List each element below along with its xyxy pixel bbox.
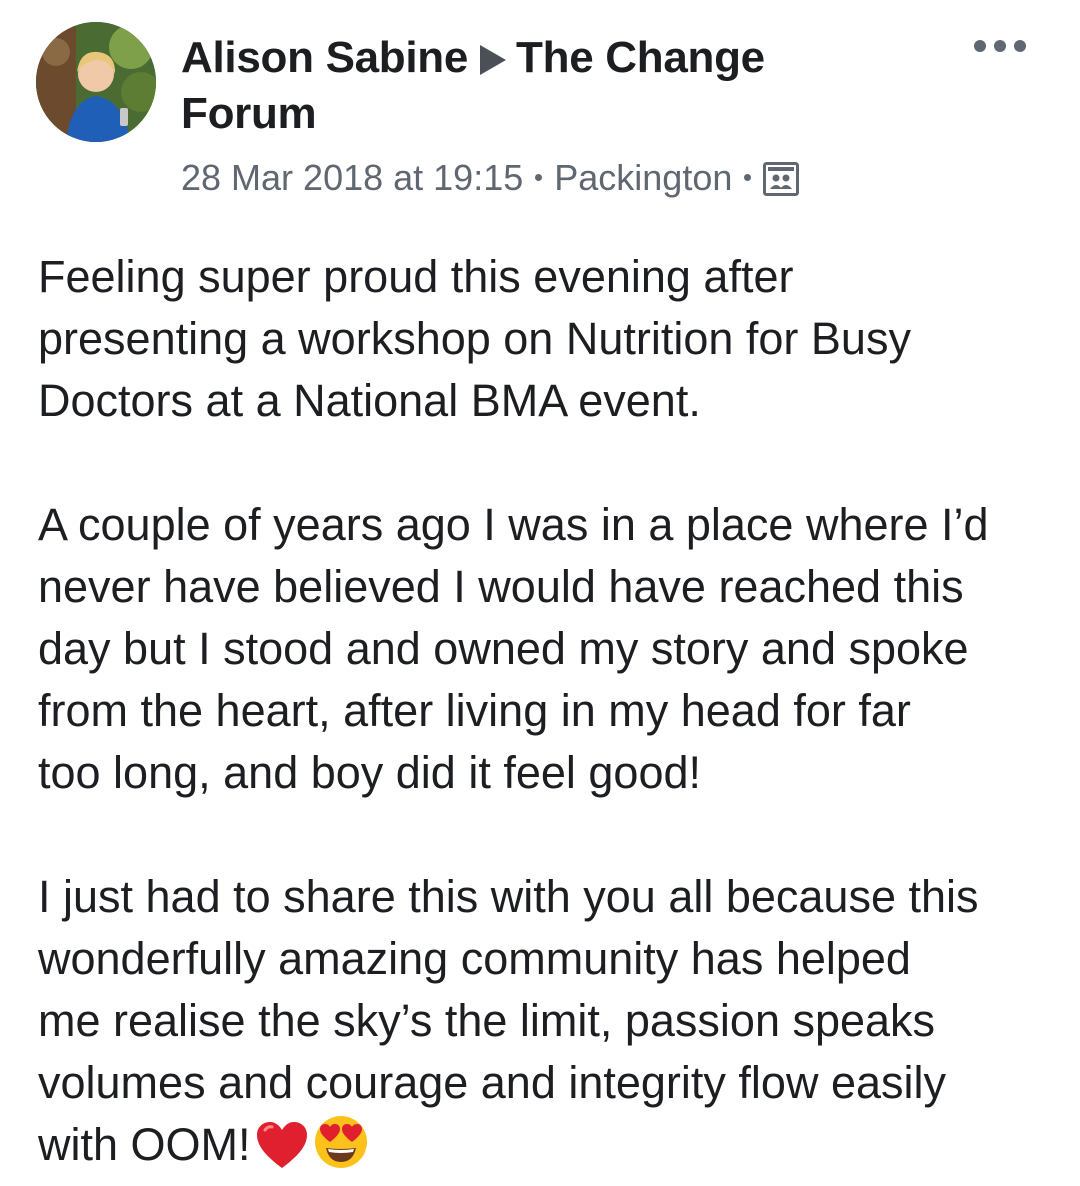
shared-to-arrow-icon bbox=[480, 45, 507, 75]
post-paragraph: Feeling super proud this evening after p… bbox=[38, 251, 911, 426]
more-dot bbox=[994, 40, 1006, 52]
more-dot bbox=[974, 40, 986, 52]
more-dot bbox=[1014, 40, 1026, 52]
author-name-link[interactable]: Alison Sabine bbox=[181, 33, 468, 82]
post-location[interactable]: Packington bbox=[554, 157, 732, 198]
group-audience-icon bbox=[763, 161, 800, 207]
post: Alison Sabine The Change Forum 28 Mar 201… bbox=[0, 0, 1080, 1180]
heart-eyes-face-icon bbox=[313, 1114, 369, 1186]
avatar-photo bbox=[36, 22, 156, 142]
author-avatar[interactable] bbox=[36, 22, 156, 142]
separator-dot bbox=[744, 174, 752, 181]
post-paragraph: A couple of years ago I was in a place w… bbox=[38, 499, 989, 798]
separator-dot bbox=[535, 174, 543, 181]
more-options-button[interactable] bbox=[972, 34, 1028, 58]
post-paragraph-text: I just had to share this with you all be… bbox=[38, 871, 979, 1170]
post-body: Feeling super proud this evening after p… bbox=[38, 246, 1058, 1186]
post-header-title: Alison Sabine The Change Forum bbox=[181, 30, 881, 142]
post-timestamp[interactable]: 28 Mar 2018 at 19:15 bbox=[181, 157, 523, 198]
post-meta: 28 Mar 2018 at 19:15 Packington bbox=[181, 155, 800, 207]
post-paragraph-last: I just had to share this with you all be… bbox=[38, 866, 1058, 1186]
red-heart-icon bbox=[255, 1120, 309, 1186]
